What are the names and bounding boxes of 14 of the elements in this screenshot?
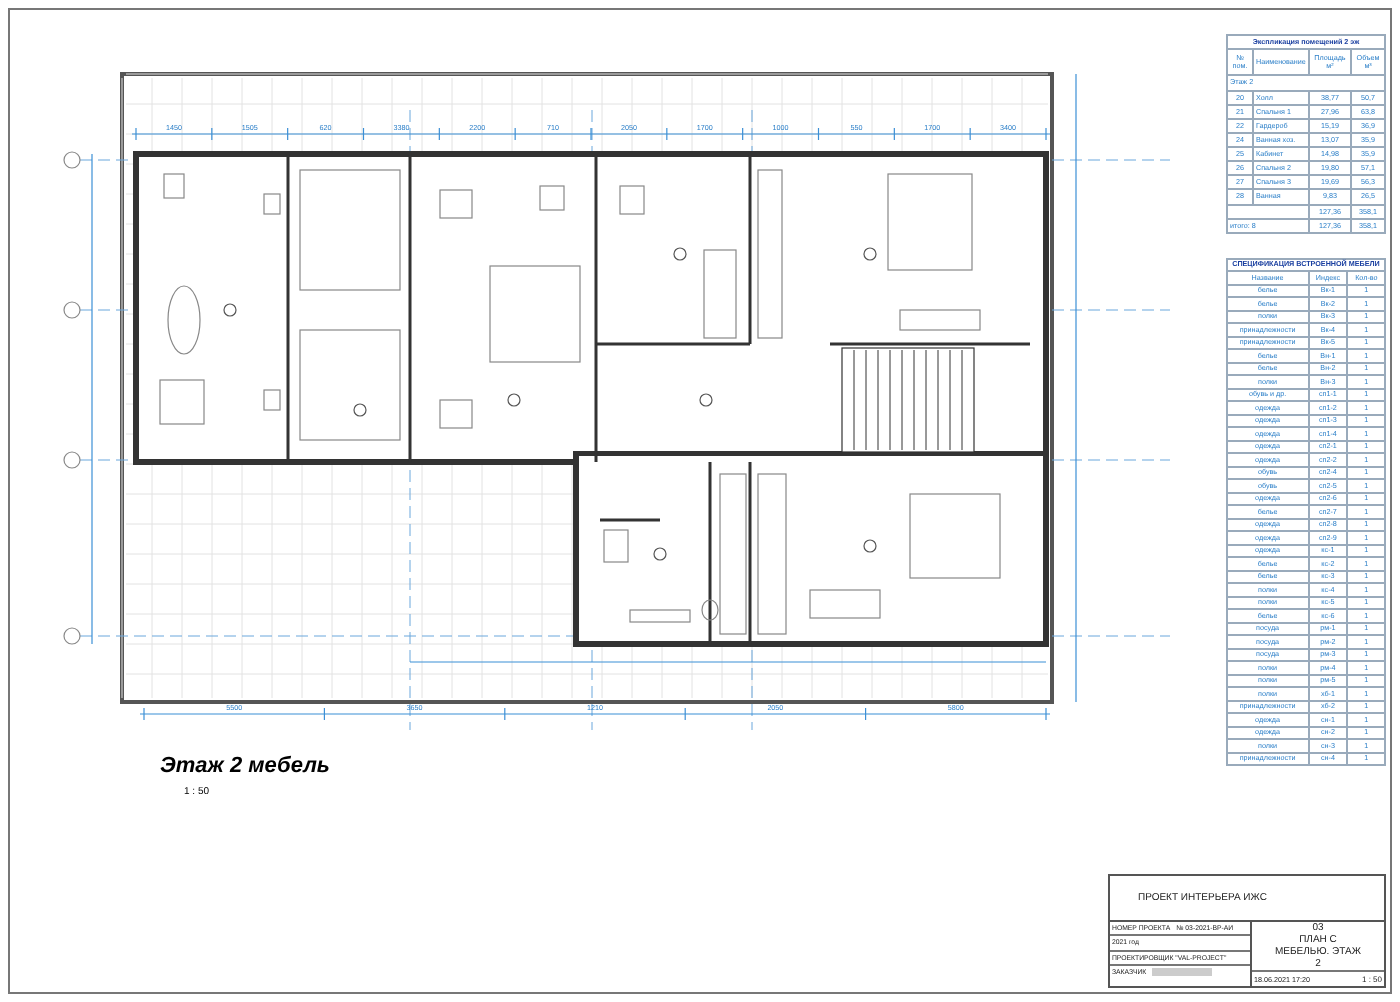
axis-marker-icon — [63, 451, 81, 469]
plan-title: Этаж 2 мебель — [160, 754, 330, 778]
room-marker-icon — [673, 247, 687, 261]
room-marker-icon — [223, 303, 237, 317]
room-marker-icon — [353, 403, 367, 417]
room-marker-icon — [507, 393, 521, 407]
room-marker-icon — [699, 393, 713, 407]
redacted-block — [1152, 968, 1213, 977]
axis-marker-icon — [63, 627, 81, 645]
room-marker-icon — [653, 547, 667, 561]
axis-marker-icon — [63, 151, 81, 169]
room-marker-icon — [863, 539, 877, 553]
axis-marker-icon — [63, 301, 81, 319]
room-marker-icon — [863, 247, 877, 261]
